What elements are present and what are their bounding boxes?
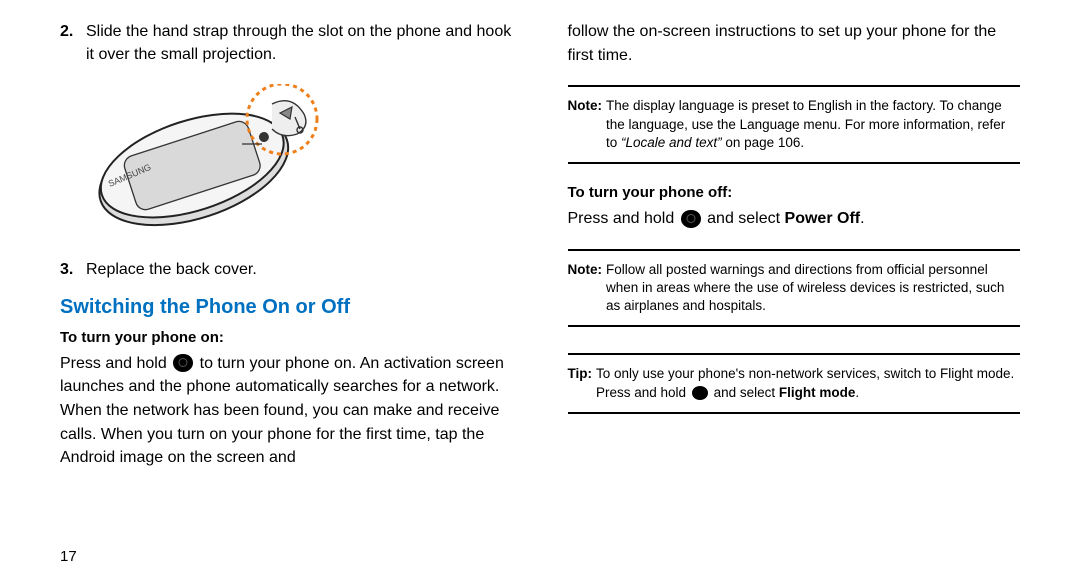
divider-2 — [568, 162, 1021, 164]
turn-off-dot: . — [860, 210, 864, 227]
note-1-italic: “Locale and text” — [621, 135, 722, 150]
divider-5 — [568, 353, 1021, 355]
power-icon — [173, 354, 193, 372]
tip-label: Tip: — [568, 365, 593, 401]
power-icon — [692, 386, 708, 400]
page-number: 17 — [60, 528, 513, 565]
note-1-label: Note: — [568, 97, 603, 152]
turn-off-body: Press and hold and select Power Off. — [568, 207, 1021, 231]
tip-flight-mode: Tip: To only use your phone's non-networ… — [568, 363, 1021, 403]
divider-6 — [568, 412, 1021, 414]
phone-strap-figure: SAMSUNG — [67, 84, 347, 244]
step-3: 3. Replace the back cover. — [60, 258, 513, 281]
power-off-label: Power Off — [785, 210, 861, 227]
turn-on-body: Press and hold to turn your phone on. An… — [60, 352, 513, 470]
note-2-text: Follow all posted warnings and direction… — [606, 261, 1020, 316]
divider-1 — [568, 85, 1021, 87]
left-column: 2. Slide the hand strap through the slot… — [60, 20, 513, 565]
step-3-number: 3. — [60, 258, 78, 281]
turn-on-before: Press and hold — [60, 355, 171, 372]
continued-text: follow the on-screen instructions to set… — [568, 20, 1021, 67]
divider-4 — [568, 325, 1021, 327]
turn-off-after-1: and select — [707, 210, 784, 227]
note-1-text: The display language is preset to Englis… — [606, 97, 1020, 152]
step-2-text: Slide the hand strap through the slot on… — [86, 20, 513, 66]
right-column: follow the on-screen instructions to set… — [568, 20, 1021, 565]
divider-3 — [568, 249, 1021, 251]
note-language: Note: The display language is preset to … — [568, 95, 1021, 154]
power-icon — [681, 210, 701, 228]
tip-text: To only use your phone's non-network ser… — [596, 365, 1020, 401]
note-warnings: Note: Follow all posted warnings and dir… — [568, 259, 1021, 318]
flight-mode-label: Flight mode — [779, 385, 856, 400]
note-2-label: Note: — [568, 261, 603, 316]
phone-illustration: SAMSUNG — [67, 84, 347, 244]
subheading-turn-on: To turn your phone on: — [60, 329, 513, 346]
step-2: 2. Slide the hand strap through the slot… — [60, 20, 513, 66]
section-heading-switching: Switching the Phone On or Off — [60, 296, 513, 319]
turn-off-before: Press and hold — [568, 210, 679, 227]
subheading-turn-off: To turn your phone off: — [568, 184, 1021, 201]
step-2-number: 2. — [60, 20, 78, 66]
step-3-text: Replace the back cover. — [86, 258, 513, 281]
